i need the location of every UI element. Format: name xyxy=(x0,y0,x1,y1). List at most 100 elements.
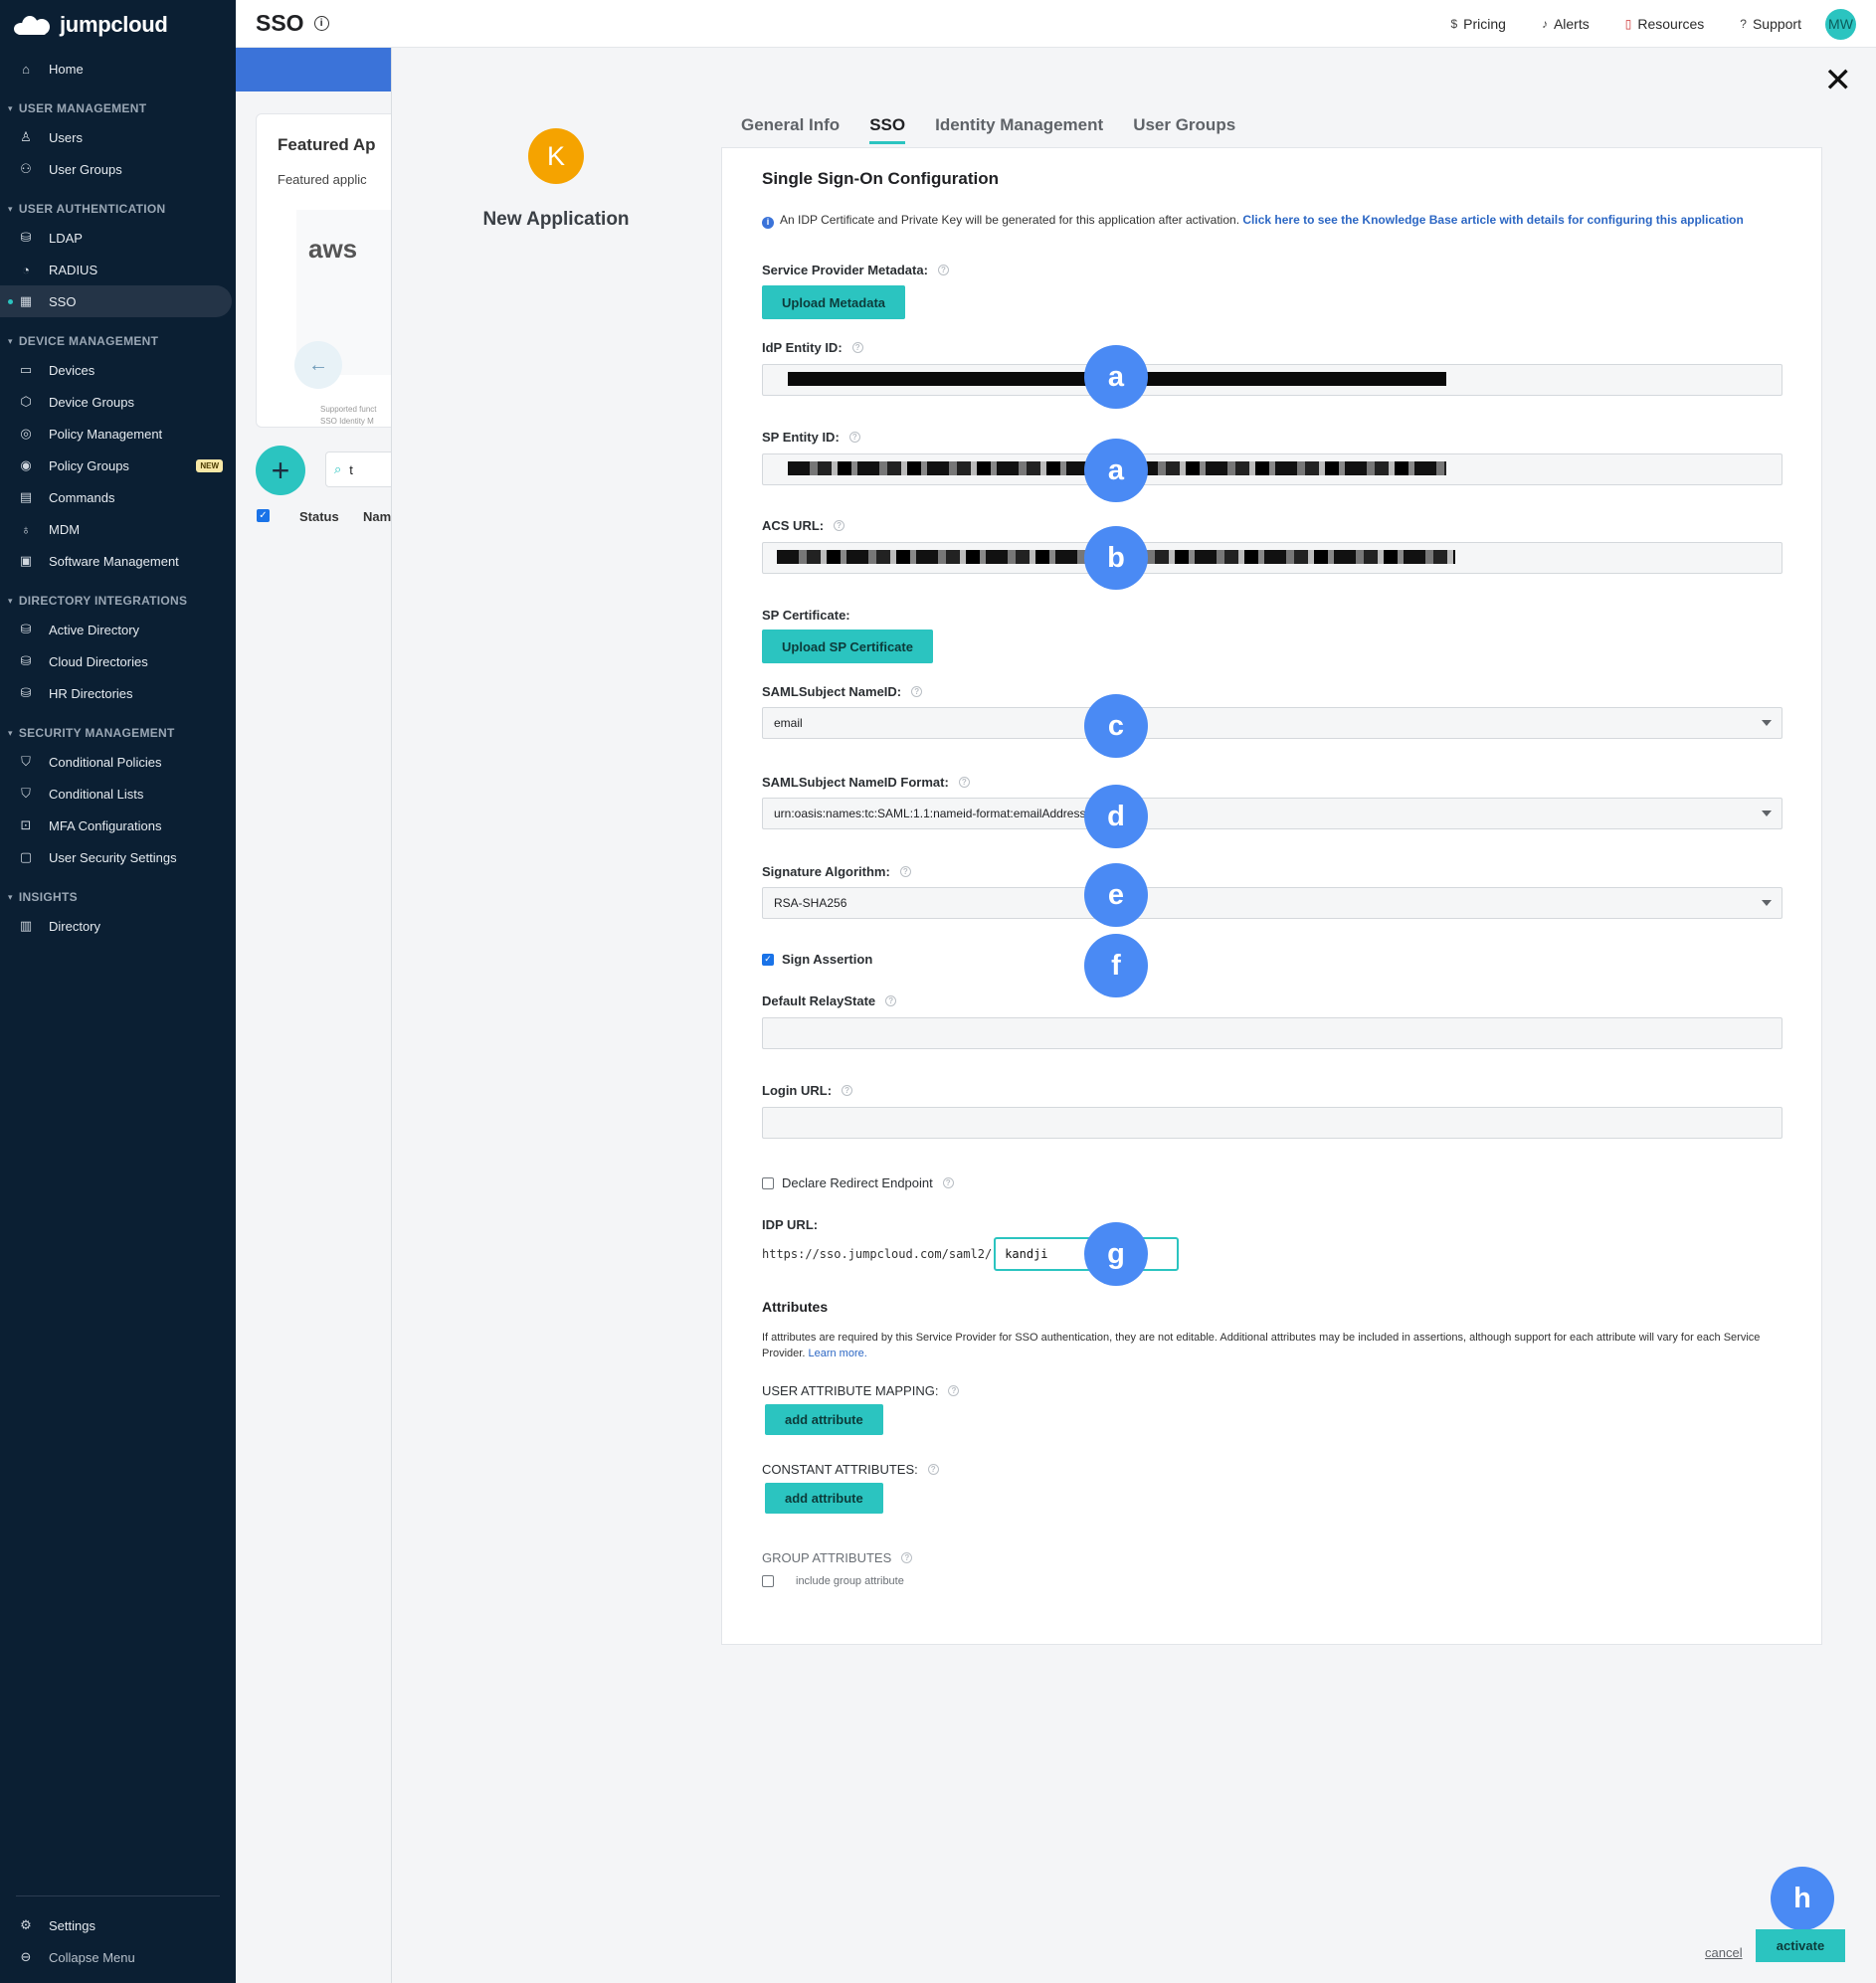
tab-general-info[interactable]: General Info xyxy=(741,115,840,144)
sidebar-item-conditional-policies[interactable]: ⛉ Conditional Policies xyxy=(0,746,236,778)
sidebar-item-home[interactable]: ⌂ Home xyxy=(0,53,236,85)
upload-sp-certificate-button[interactable]: Upload SP Certificate xyxy=(762,630,933,663)
tab-sso[interactable]: SSO xyxy=(869,115,906,144)
tab-user-groups[interactable]: User Groups xyxy=(1133,115,1235,144)
help-icon[interactable]: ? xyxy=(834,520,845,531)
sidebar-item-policy-groups[interactable]: ◉ Policy Groups NEW xyxy=(0,450,236,481)
cancel-link[interactable]: cancel xyxy=(1705,1945,1743,1960)
chevron-down-icon: ▾ xyxy=(8,203,13,214)
policy-icon: ◎ xyxy=(20,426,32,441)
resources-link[interactable]: ▯ Resources xyxy=(1625,16,1705,32)
pricing-link[interactable]: $ Pricing xyxy=(1450,16,1505,32)
close-icon[interactable]: ✕ xyxy=(1824,64,1853,97)
supported-functionality: Supported funct xyxy=(320,405,377,414)
callout-g: g xyxy=(1084,1222,1148,1286)
sidebar-item-mfa-configurations[interactable]: ⊡ MFA Configurations xyxy=(0,810,236,841)
sidebar-item-user-groups[interactable]: ⚇ User Groups xyxy=(0,153,236,185)
sidebar-item-policy-management[interactable]: ◎ Policy Management xyxy=(0,418,236,450)
help-icon[interactable]: ? xyxy=(948,1385,960,1396)
sidebar-item-user-security-settings[interactable]: ▢ User Security Settings xyxy=(0,841,236,873)
top-header: SSO i $ Pricing ♪ Alerts ▯ Resources ? Suppo… xyxy=(236,0,1876,48)
device-groups-icon: ⬡ xyxy=(20,394,32,409)
sidebar-item-device-groups[interactable]: ⬡ Device Groups xyxy=(0,386,236,418)
help-circle-icon: ? xyxy=(1740,17,1747,31)
add-constant-attribute-button[interactable]: add attribute xyxy=(765,1483,883,1514)
signature-algorithm-select[interactable]: RSA-SHA256 xyxy=(762,887,1782,919)
sidebar-item-commands[interactable]: ▤ Commands xyxy=(0,481,236,513)
learn-more-link[interactable]: Learn more. xyxy=(808,1348,866,1359)
aws-logo: aws xyxy=(308,234,358,264)
jumpcloud-logo[interactable]: jumpcloud xyxy=(0,0,236,50)
sidebar-item-conditional-lists[interactable]: ⛉ Conditional Lists xyxy=(0,778,236,810)
sidebar-item-users[interactable]: ♙ Users xyxy=(0,121,236,153)
sidebar-item-devices[interactable]: ▭ Devices xyxy=(0,354,236,386)
relaystate-field[interactable] xyxy=(762,1017,1782,1049)
modal-tabs: General Info SSO Identity Management Use… xyxy=(741,115,1265,144)
section-user-authentication[interactable]: ▾ USER AUTHENTICATION xyxy=(0,196,236,222)
section-security-management[interactable]: ▾ SECURITY MANAGEMENT xyxy=(0,720,236,746)
select-all-checkbox[interactable]: ✓ xyxy=(257,509,270,522)
callout-e: e xyxy=(1084,863,1148,927)
sidebar-item-directory[interactable]: ▥ Directory xyxy=(0,910,236,942)
help-icon[interactable]: ? xyxy=(901,1552,913,1563)
chevron-down-icon: ▾ xyxy=(8,891,13,902)
sidebar-item-hr-directories[interactable]: ⛁ HR Directories xyxy=(0,677,236,709)
include-group-row[interactable]: include group attribute xyxy=(762,1575,904,1587)
sidebar-item-cloud-directories[interactable]: ⛁ Cloud Directories xyxy=(0,645,236,677)
chevron-down-icon: ▾ xyxy=(8,595,13,606)
add-application-button[interactable]: + xyxy=(256,446,305,495)
sign-assertion-checkbox[interactable]: ✓ xyxy=(762,953,774,966)
section-device-management[interactable]: ▾ DEVICE MANAGEMENT xyxy=(0,328,236,354)
help-icon[interactable]: ? xyxy=(937,265,949,275)
section-directory-integrations[interactable]: ▾ DIRECTORY INTEGRATIONS xyxy=(0,588,236,614)
group-attributes-label: GROUP ATTRIBUTES? xyxy=(762,1550,913,1565)
collapse-menu-button[interactable]: ⊖ Collapse Menu xyxy=(0,1941,236,1973)
section-insights[interactable]: ▾ INSIGHTS xyxy=(0,884,236,910)
brand-name: jumpcloud xyxy=(60,12,168,37)
sidebar-item-software-management[interactable]: ▣ Software Management xyxy=(0,545,236,577)
activate-button[interactable]: activate xyxy=(1756,1929,1845,1962)
help-icon[interactable]: ? xyxy=(911,686,923,697)
help-icon[interactable]: ? xyxy=(848,432,860,443)
section-user-management[interactable]: ▾ USER MANAGEMENT xyxy=(0,95,236,121)
column-header-status[interactable]: Status xyxy=(299,509,339,524)
login-url-field[interactable] xyxy=(762,1107,1782,1139)
knowledge-base-link[interactable]: Click here to see the Knowledge Base art… xyxy=(1242,213,1743,227)
sidebar-item-sso[interactable]: ▦ SSO xyxy=(0,285,232,317)
sidebar-item-mdm[interactable]: ♁ MDM xyxy=(0,513,236,545)
acs-url-field[interactable] xyxy=(762,542,1782,574)
tab-identity-management[interactable]: Identity Management xyxy=(935,115,1103,144)
idp-entity-field[interactable] xyxy=(762,364,1782,396)
page-title: SSO xyxy=(256,10,304,36)
upload-metadata-button[interactable]: Upload Metadata xyxy=(762,285,906,319)
support-link[interactable]: ? Support xyxy=(1740,16,1801,32)
arrow-left-icon[interactable]: ← xyxy=(294,341,342,389)
help-icon[interactable]: ? xyxy=(885,995,897,1006)
help-icon[interactable]: ? xyxy=(958,777,970,788)
alerts-link[interactable]: ♪ Alerts xyxy=(1542,16,1590,32)
sp-entity-field[interactable] xyxy=(762,453,1782,485)
help-icon[interactable]: ? xyxy=(942,1177,954,1188)
nameid-format-select[interactable]: urn:oasis:names:tc:SAML:1.1:nameid-forma… xyxy=(762,798,1782,829)
redirect-endpoint-row[interactable]: Declare Redirect Endpoint? xyxy=(762,1175,954,1190)
sign-assertion-row[interactable]: ✓ Sign Assertion xyxy=(762,952,872,967)
apple-icon: ♁ xyxy=(21,521,31,537)
search-input[interactable]: ⌕ t xyxy=(325,451,391,487)
help-icon[interactable]: ? xyxy=(899,866,911,877)
help-icon[interactable]: ? xyxy=(851,342,863,353)
column-header-name[interactable]: Nam xyxy=(363,509,391,524)
sidebar-item-settings[interactable]: ⚙ Settings xyxy=(0,1909,236,1941)
sidebar-item-ldap[interactable]: ⛁ LDAP xyxy=(0,222,236,254)
info-icon[interactable]: i xyxy=(313,16,329,31)
help-icon[interactable]: ? xyxy=(842,1085,853,1096)
nameid-select[interactable]: email xyxy=(762,707,1782,739)
add-user-attribute-button[interactable]: add attribute xyxy=(765,1404,883,1435)
help-icon[interactable]: ? xyxy=(927,1464,939,1475)
sidebar-item-active-directory[interactable]: ⛁ Active Directory xyxy=(0,614,236,645)
user-avatar[interactable]: MW xyxy=(1825,8,1856,40)
sidebar-item-radius[interactable]: ◔ RADIUS xyxy=(0,254,236,285)
redirect-endpoint-checkbox[interactable] xyxy=(762,1176,774,1189)
acs-url-label: ACS URL:? xyxy=(762,518,845,533)
include-group-checkbox[interactable] xyxy=(762,1575,774,1587)
sidebar-divider xyxy=(16,1895,220,1896)
